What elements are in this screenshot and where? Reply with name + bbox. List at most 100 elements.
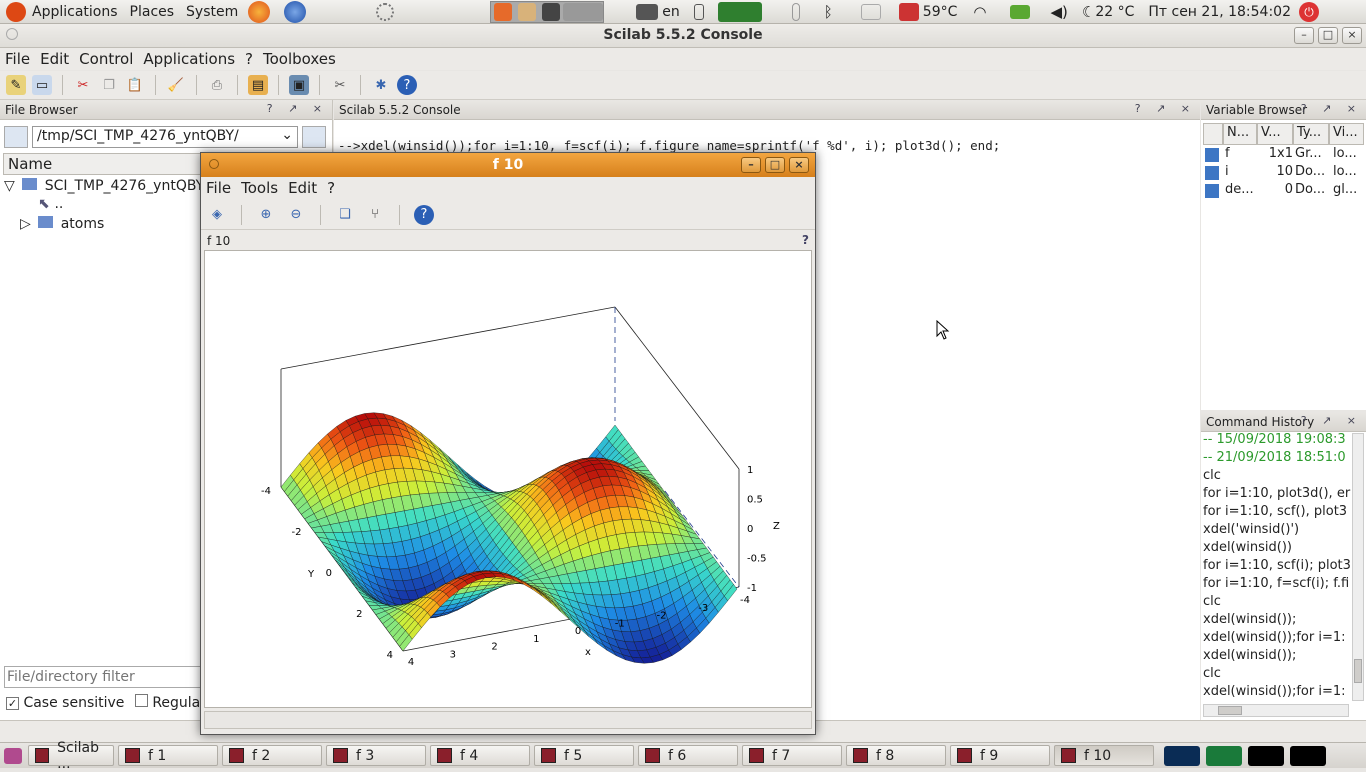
tree-expander-icon[interactable]: ▽ (4, 178, 15, 194)
column-header-type[interactable]: Ty... (1293, 123, 1329, 145)
history-item[interactable]: -- 15/09/2018 19:08:3 (1201, 431, 1351, 449)
file-browser-controls[interactable]: ? ↗ × (267, 102, 328, 115)
history-horizontal-scrollbar[interactable] (1203, 704, 1349, 717)
notes-icon[interactable] (860, 3, 881, 20)
history-item[interactable]: xdel(winsid());for i=1: (1201, 629, 1351, 647)
memory-monitor-icon[interactable] (1206, 745, 1242, 766)
variable-cell-name[interactable]: f (1225, 146, 1257, 161)
menu-toolboxes[interactable]: Toolboxes (258, 50, 341, 68)
new-script-icon[interactable]: ✎ (6, 75, 26, 95)
column-header-name[interactable]: N... (1223, 123, 1257, 145)
mail-icon[interactable] (1010, 4, 1031, 19)
firefox-icon[interactable] (248, 0, 271, 23)
scinotes-icon[interactable]: ▣ (289, 75, 309, 95)
history-item[interactable]: clc (1201, 665, 1351, 683)
column-header-icon[interactable] (1203, 123, 1223, 145)
regular-expression-checkbox[interactable] (134, 694, 148, 707)
minimize-button[interactable]: – (1294, 27, 1314, 44)
weather-temperature[interactable]: 22 °C (1095, 4, 1134, 20)
variable-cell-value[interactable]: 0 (1257, 182, 1293, 197)
paste-icon[interactable]: 📋 (125, 75, 145, 95)
taskbar-item[interactable]: f 6 (638, 745, 738, 766)
tree-item[interactable]: ⬉ .. (38, 196, 63, 212)
variable-cell-name[interactable]: de... (1225, 182, 1257, 197)
disk-monitor-icon[interactable] (1290, 745, 1326, 766)
menu-edit[interactable]: Edit (35, 50, 74, 68)
xcos-icon[interactable]: ✂ (330, 75, 350, 95)
zoom-in-icon[interactable]: ⊕ (256, 205, 276, 225)
clear-console-icon[interactable]: 🧹 (166, 75, 186, 95)
figure-menu-file[interactable]: File (201, 179, 236, 197)
taskbar-item[interactable]: f 4 (430, 745, 530, 766)
window-switcher[interactable] (490, 0, 605, 23)
figure-menu-tools[interactable]: Tools (236, 179, 283, 197)
cpu-temperature[interactable]: 59°C (923, 4, 958, 20)
history-item[interactable]: xdel(winsid()); (1201, 611, 1351, 629)
console-output-line[interactable]: -->xdel(winsid());for i=1:10, f=scf(i); … (338, 138, 1000, 153)
figure-minimize-button[interactable]: – (741, 157, 761, 173)
history-item[interactable]: for i=1:10, f=scf(i); f.fi (1201, 575, 1351, 593)
chevron-down-icon[interactable]: ⌄ (281, 127, 293, 143)
taskbar-item[interactable]: f 2 (222, 745, 322, 766)
variable-browser-controls[interactable]: ? ↗ × (1301, 102, 1362, 115)
history-item[interactable]: for i=1:10, scf(), plot3 (1201, 503, 1351, 521)
scrollbar-thumb[interactable] (1354, 659, 1362, 683)
tree-expander-icon[interactable]: ▷ (20, 216, 31, 232)
history-item[interactable]: xdel(winsid()) (1201, 539, 1351, 557)
taskbar-item[interactable]: f 3 (326, 745, 426, 766)
figure-menu-edit[interactable]: Edit (283, 179, 322, 197)
settings-gear-icon[interactable] (376, 2, 395, 21)
applications-menu[interactable]: Applications (26, 4, 124, 20)
tree-item[interactable]: ▽ SCI_TMP_4276_yntQBY (4, 178, 204, 194)
editor-icon[interactable]: ⑂ (365, 205, 385, 225)
taskbar-item[interactable]: f 5 (534, 745, 634, 766)
column-header-value[interactable]: V... (1257, 123, 1293, 145)
datatip-icon[interactable]: ❑ (335, 205, 355, 225)
figure-dock-help[interactable]: ? (802, 233, 809, 247)
menu-file[interactable]: File (0, 50, 35, 68)
path-combobox[interactable]: /tmp/SCI_TMP_4276_yntQBY/ ⌄ (32, 126, 298, 148)
console-controls[interactable]: ? ↗ × (1135, 102, 1196, 115)
help-icon[interactable]: ? (397, 75, 417, 95)
battery-icon[interactable] (693, 3, 704, 20)
open-file-icon[interactable]: ▭ (32, 75, 52, 95)
power-icon[interactable]: ⏻ (1299, 1, 1319, 22)
moon-icon[interactable]: ☾ (1082, 3, 1095, 21)
figure-maximize-button[interactable]: □ (765, 157, 785, 173)
network-monitor-icon[interactable] (1248, 745, 1284, 766)
menu-applications[interactable]: Applications (138, 50, 240, 68)
files-task-icon[interactable] (518, 2, 537, 21)
window-menu-icon[interactable] (209, 159, 219, 169)
keyboard-layout[interactable]: en (662, 4, 680, 20)
folder-icon[interactable] (4, 126, 28, 148)
cpu-icon[interactable] (898, 2, 919, 21)
history-item[interactable]: clc (1201, 467, 1351, 485)
variable-cell-type[interactable]: Do... (1295, 164, 1329, 179)
variable-cell-name[interactable]: i (1225, 164, 1257, 179)
column-header-visibility[interactable]: Vi... (1329, 123, 1364, 145)
thermometer-icon[interactable] (791, 2, 800, 21)
scilab-task-icon[interactable] (542, 2, 561, 21)
taskbar-item[interactable]: f 8 (846, 745, 946, 766)
variable-cell-vis[interactable]: gl... (1333, 182, 1363, 197)
close-button[interactable]: × (1342, 27, 1362, 44)
history-item[interactable]: clc (1201, 593, 1351, 611)
module-manager-icon[interactable]: ✱ (371, 75, 391, 95)
preferences-icon[interactable]: ▤ (248, 75, 268, 95)
wifi-icon[interactable]: ◠ (973, 3, 986, 21)
history-item[interactable]: -- 21/09/2018 18:51:0 (1201, 449, 1351, 467)
variable-cell-vis[interactable]: lo... (1333, 164, 1363, 179)
history-item[interactable]: xdel('winsid()') (1201, 521, 1351, 539)
figure-close-button[interactable]: × (789, 157, 809, 173)
print-icon[interactable]: ⎙ (207, 75, 227, 95)
system-menu[interactable]: System (180, 4, 244, 20)
clock[interactable]: Пт сен 21, 18:54:02 (1148, 4, 1291, 20)
rotate-icon[interactable]: ◈ (207, 205, 227, 225)
maximize-button[interactable]: □ (1318, 27, 1338, 44)
copy-icon[interactable]: ❐ (99, 75, 119, 95)
tree-item[interactable]: ▷ atoms (20, 216, 104, 232)
thunderbird-icon[interactable] (284, 0, 307, 23)
menu-control[interactable]: Control (74, 50, 138, 68)
monitor-icon[interactable] (636, 3, 659, 20)
history-item[interactable]: for i=1:10, scf(i); plot3 (1201, 557, 1351, 575)
